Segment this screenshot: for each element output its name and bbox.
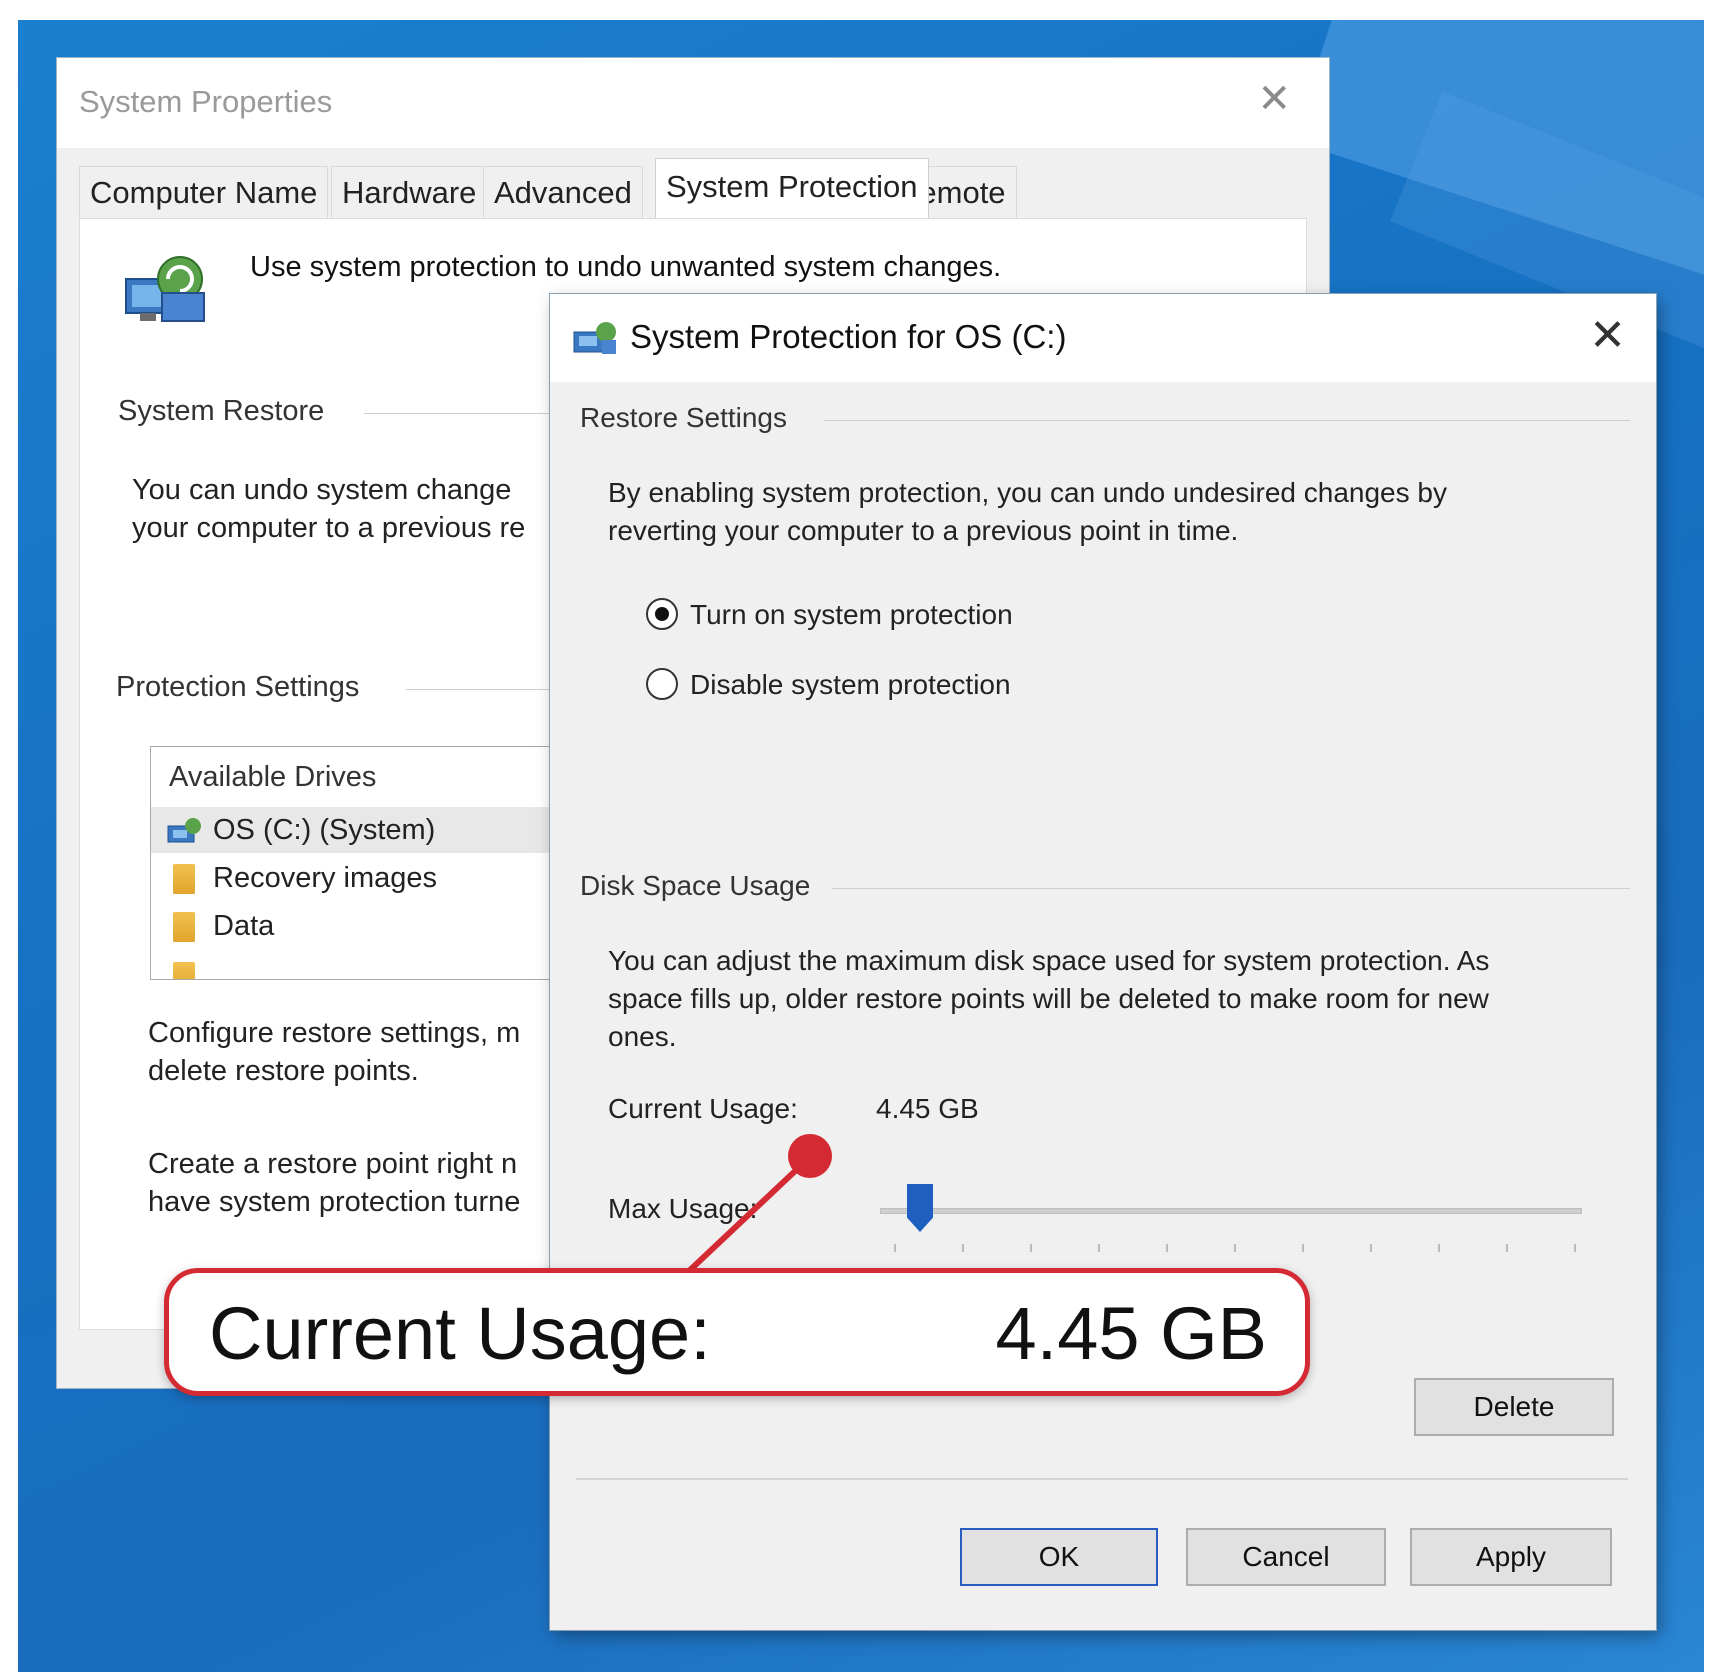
tab-hardware[interactable]: Hardware (331, 166, 488, 219)
disk-space-usage-label: Disk Space Usage (580, 870, 811, 901)
tab-computer-name[interactable]: Computer Name (79, 166, 329, 219)
callout-value: 4.45 GB (995, 1292, 1267, 1375)
ok-button[interactable]: OK (960, 1528, 1158, 1586)
restore-description-line: reverting your computer to a previous po… (608, 515, 1239, 546)
drive-row-recovery[interactable]: Recovery images (151, 855, 571, 901)
max-usage-slider-thumb[interactable] (907, 1184, 933, 1232)
available-drives-list[interactable]: Available Drives OS (C:) (System) Recove… (150, 746, 572, 980)
slider-tick (1234, 1244, 1236, 1252)
system-restore-label: System Restore (118, 395, 325, 427)
slider-tick (1302, 1244, 1304, 1252)
title-bar: System Properties ✕ (57, 58, 1329, 148)
drive-row-partial[interactable] (151, 953, 571, 979)
radio-button-selected[interactable] (646, 598, 678, 630)
restore-settings-label: Restore Settings (580, 402, 787, 433)
drive-icon (573, 322, 616, 354)
drives-column-header: Available Drives (169, 761, 377, 793)
current-usage-label: Current Usage: (608, 1093, 798, 1124)
slider-tick (1098, 1244, 1100, 1252)
current-usage-value: 4.45 GB (876, 1093, 979, 1124)
close-icon[interactable]: ✕ (1257, 76, 1291, 122)
drive-row-data[interactable]: Data (151, 903, 571, 949)
radio-label: Disable system protection (690, 669, 1011, 700)
dialog-separator (576, 1478, 1628, 1480)
drive-row-os-c[interactable]: OS (C:) (System) (151, 807, 571, 853)
protection-settings-label: Protection Settings (116, 671, 360, 703)
disk-description-line: ones. (608, 1021, 677, 1052)
slider-tick (1370, 1244, 1372, 1252)
system-protection-dialog: System Protection for OS (C:) ✕ Restore … (550, 294, 1656, 1630)
slider-tick (1574, 1244, 1576, 1252)
configure-text-line: Configure restore settings, m (148, 1017, 521, 1049)
max-usage-label: Max Usage: (608, 1193, 758, 1224)
system-restore-text-line: your computer to a previous re (132, 512, 526, 544)
group-divider (824, 420, 1630, 421)
disk-description-line: You can adjust the maximum disk space us… (608, 945, 1490, 976)
callout-label: Current Usage: (209, 1292, 711, 1375)
max-usage-slider-track[interactable] (880, 1208, 1582, 1214)
cancel-button[interactable]: Cancel (1186, 1528, 1386, 1586)
drive-folder-icon (173, 864, 195, 894)
disk-description-line: space fills up, older restore points wil… (608, 983, 1489, 1014)
slider-tick (1438, 1244, 1440, 1252)
system-protection-icon (125, 256, 205, 322)
slider-tick (1030, 1244, 1032, 1252)
group-divider (832, 888, 1630, 889)
slider-tick (894, 1244, 896, 1252)
close-icon[interactable]: ✕ (1589, 310, 1626, 361)
radio-label: Turn on system protection (690, 599, 1013, 630)
drive-icon (167, 818, 201, 843)
system-restore-text-line: You can undo system change (132, 474, 512, 506)
create-text-line: Create a restore point right n (148, 1148, 518, 1180)
dialog-title: System Protection for OS (C:) (630, 318, 1067, 355)
apply-button[interactable]: Apply (1410, 1528, 1612, 1586)
tab-advanced[interactable]: Advanced (483, 166, 643, 219)
slider-tick (1506, 1244, 1508, 1252)
drive-folder-icon (173, 962, 195, 979)
drive-label: Data (213, 910, 275, 942)
intro-text: Use system protection to undo unwanted s… (250, 251, 1002, 283)
create-text-line: have system protection turne (148, 1186, 521, 1218)
delete-button[interactable]: Delete (1414, 1378, 1614, 1436)
drive-label: Recovery images (213, 862, 438, 894)
slider-tick (1166, 1244, 1168, 1252)
window-title: System Properties (79, 84, 333, 119)
drive-label: OS (C:) (System) (213, 814, 436, 846)
slider-tick (962, 1244, 964, 1252)
radio-button[interactable] (646, 668, 678, 700)
dialog-title-bar: System Protection for OS (C:) ✕ (550, 294, 1656, 382)
tab-system-protection[interactable]: System Protection (655, 158, 929, 221)
drive-folder-icon (173, 912, 195, 942)
configure-text-line: delete restore points. (148, 1055, 419, 1087)
restore-description-line: By enabling system protection, you can u… (608, 477, 1447, 508)
current-usage-callout: Current Usage: 4.45 GB (164, 1268, 1310, 1396)
